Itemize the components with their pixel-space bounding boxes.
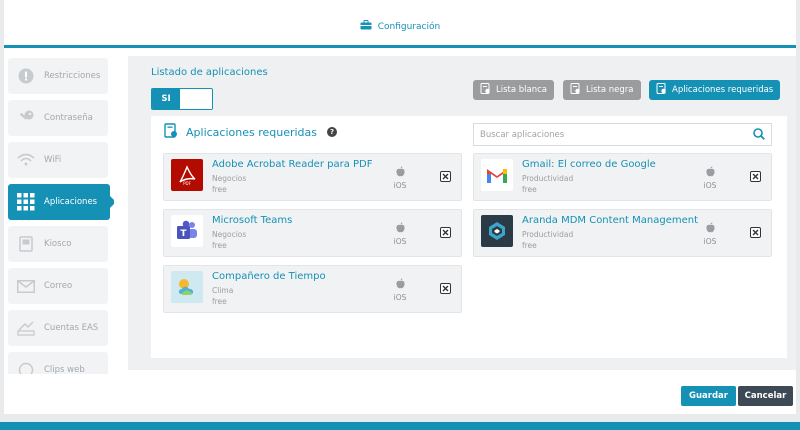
kiosk-icon [16,234,36,254]
app-category: Productividad [522,174,574,183]
save-button[interactable]: Guardar [681,386,736,406]
app-category: Clima [212,286,234,295]
sidebar-item-label: WiFi [44,155,62,165]
app-os: iOS [390,222,410,246]
aranda-mdm-logo-icon [481,215,513,247]
remove-app-button[interactable] [750,227,761,238]
sidebar-item-wifi[interactable]: WiFi [8,142,108,178]
weather-app-logo-icon [171,271,203,303]
svg-text:T: T [180,229,187,239]
sidebar-item-correo[interactable]: Correo [8,268,108,304]
sidebar-item-label: Kiosco [44,239,72,249]
list-doc-icon [656,83,667,97]
tab-label: Aplicaciones requeridas [672,85,774,95]
os-label: iOS [703,181,717,190]
list-doc-icon [570,83,581,97]
section-title-text: Aplicaciones requeridas [186,125,318,139]
os-label: iOS [393,181,407,190]
app-name: Microsoft Teams [212,215,293,226]
tab-lista-negra[interactable]: Lista negra [563,80,641,100]
app-category: Negocios [212,230,247,239]
search-box [473,123,772,146]
toggle-on-label: SI [152,89,180,109]
apple-icon [705,166,715,179]
sidebar-item-restricciones[interactable]: Restricciones [8,58,108,94]
app-name: Gmail: El correo de Google [522,159,656,170]
tab-aplicaciones-requeridas[interactable]: Aplicaciones requeridas [649,80,781,100]
sidebar-item-label: Clips web [44,365,85,374]
app-category: Productividad [522,230,574,239]
apple-icon [395,166,405,179]
os-label: iOS [393,293,407,302]
wifi-icon [16,150,36,170]
list-doc-icon [480,83,491,97]
grid-icon [16,192,36,212]
app-card-teams[interactable]: T Microsoft Teams Negocios free iOS [163,209,462,257]
app-price: free [522,241,537,250]
remove-app-button[interactable] [440,283,451,294]
app-price: free [212,297,227,306]
app-name: Adobe Acrobat Reader para PDF [212,159,373,170]
list-label: Listado de aplicaciones [151,67,268,78]
tab-label: Lista blanca [496,85,548,95]
sidebar-item-label: Contraseña [44,113,93,123]
remove-app-button[interactable] [440,171,451,182]
app-os: iOS [700,166,720,190]
sidebar-item-kiosco[interactable]: Kiosco [8,226,108,262]
app-price: free [212,241,227,250]
app-os: iOS [700,222,720,246]
section-title: Aplicaciones requeridas ? [164,123,338,141]
sidebar-item-label: Restricciones [44,71,101,81]
header-title: Configuración [360,20,440,33]
microsoft-teams-logo-icon: T [171,215,203,247]
app-card-aranda[interactable]: Aranda MDM Content Management Productivi… [473,209,772,257]
app-name: Aranda MDM Content Management [522,215,699,226]
app-card-adobe[interactable]: PDF Adobe Acrobat Reader para PDF Negoci… [163,153,462,201]
adobe-acrobat-logo-icon: PDF [171,159,203,191]
apple-icon [395,222,405,235]
help-icon[interactable]: ? [327,127,338,137]
search-input[interactable] [480,129,753,140]
sidebar-item-clips-web[interactable]: Clips web [8,352,108,374]
sidebar: Restricciones Contraseña WiFi Aplicacion… [4,56,114,374]
header-title-text: Configuración [377,21,441,32]
apple-icon [705,222,715,235]
sidebar-item-contrasena[interactable]: Contraseña [8,100,108,136]
list-toggle[interactable]: SI [151,88,213,110]
bottom-accent-bar [0,422,800,430]
app-name: Compañero de Tiempo [212,271,326,282]
sidebar-item-label: Aplicaciones [44,197,98,207]
tab-label: Lista negra [586,85,634,95]
header-bar: Configuración [4,0,796,48]
app-card-gmail[interactable]: Gmail: El correo de Google Productividad… [473,153,772,201]
required-apps-icon [164,123,178,141]
gmail-logo-icon [481,159,513,191]
tab-lista-blanca[interactable]: Lista blanca [473,80,555,100]
sidebar-item-label: Correo [44,281,73,291]
toggle-knob [180,89,212,109]
app-card-companero-tiempo[interactable]: Compañero de Tiempo Clima free iOS [163,265,462,313]
remove-app-button[interactable] [440,227,451,238]
search-icon[interactable] [753,125,765,144]
key-icon [16,108,36,128]
app-category: Negocios [212,174,247,183]
app-os: iOS [390,278,410,302]
app-price: free [522,185,537,194]
apple-icon [395,278,405,291]
sidebar-item-aplicaciones[interactable]: Aplicaciones [8,184,114,220]
sync-icon [16,318,36,338]
app-os: iOS [390,166,410,190]
briefcase-icon [360,20,372,33]
cancel-button[interactable]: Cancelar [738,386,793,406]
remove-app-button[interactable] [750,171,761,182]
exclamation-icon [16,66,36,86]
app-price: free [212,185,227,194]
sidebar-item-cuentas-eas[interactable]: Cuentas EAS [8,310,108,346]
mail-icon [16,276,36,296]
os-label: iOS [393,237,407,246]
os-label: iOS [703,237,717,246]
sidebar-item-label: Cuentas EAS [44,323,99,333]
web-clips-icon [16,360,36,374]
svg-text:PDF: PDF [183,181,191,186]
